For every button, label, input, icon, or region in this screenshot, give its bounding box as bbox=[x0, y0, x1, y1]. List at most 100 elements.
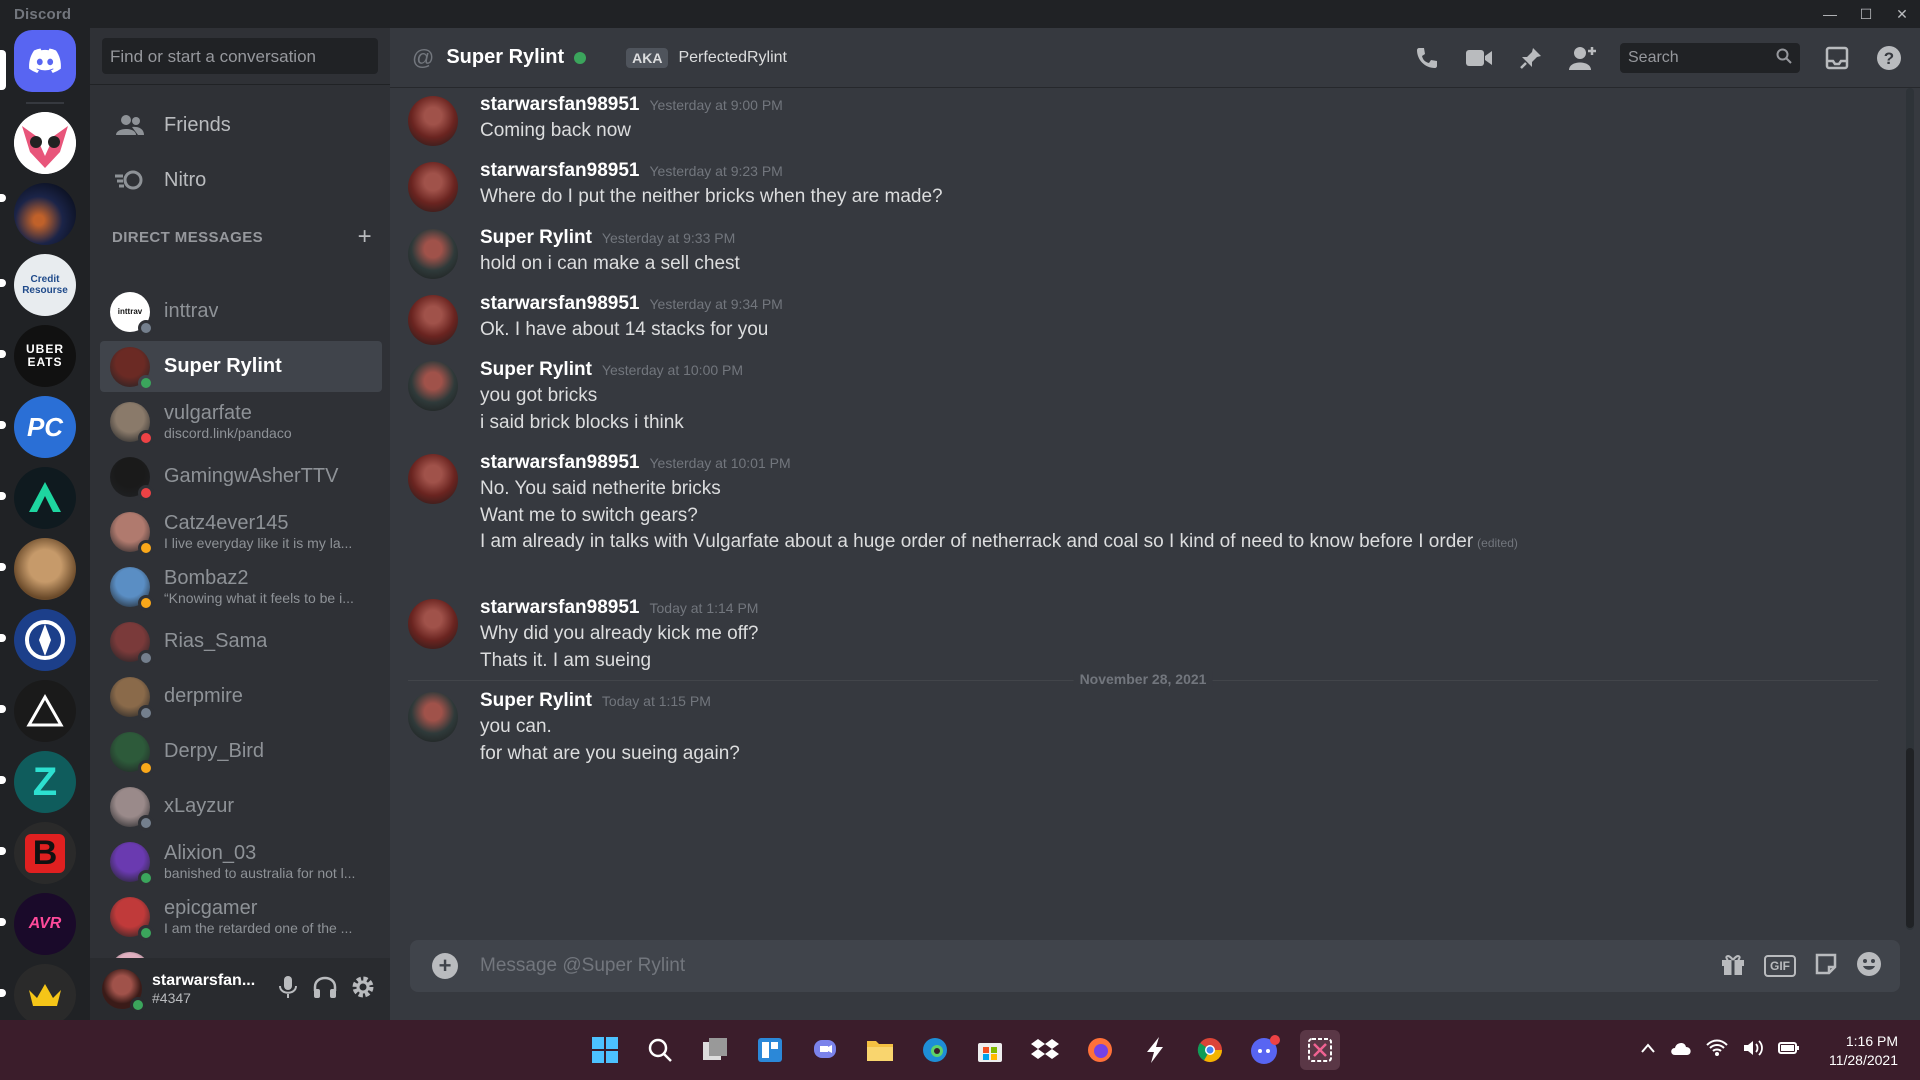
dm-item[interactable]: Alixion_03 banished to australia for not … bbox=[100, 836, 382, 887]
system-clock[interactable]: 1:16 PM 11/28/2021 bbox=[1829, 1032, 1898, 1070]
headphones-icon[interactable] bbox=[313, 975, 337, 1004]
search-input[interactable]: Search bbox=[1620, 43, 1800, 73]
avatar[interactable] bbox=[408, 361, 458, 411]
close-icon[interactable]: ✕ bbox=[1884, 0, 1920, 28]
nav-friends[interactable]: Friends bbox=[100, 100, 380, 150]
chrome-icon[interactable] bbox=[1190, 1030, 1230, 1070]
snipping-tool-icon[interactable] bbox=[1300, 1030, 1340, 1070]
channel-title[interactable]: Super Rylint bbox=[446, 46, 564, 69]
search-icon[interactable] bbox=[640, 1030, 680, 1070]
message-text: Where do I put the neither bricks when t… bbox=[480, 186, 943, 208]
file-explorer-icon[interactable] bbox=[860, 1030, 900, 1070]
dm-item[interactable]: Bombaz2 “Knowing what it feels to be i... bbox=[100, 561, 382, 612]
guild-label: AVR bbox=[28, 915, 62, 932]
message-author[interactable]: Super Rylint bbox=[480, 227, 592, 249]
message-timestamp: Yesterday at 9:33 PM bbox=[601, 230, 736, 246]
message-author[interactable]: starwarsfan98951 bbox=[480, 597, 640, 619]
guild-night-sky-server[interactable] bbox=[14, 183, 76, 245]
firefox-icon[interactable] bbox=[1080, 1030, 1120, 1070]
discord-icon[interactable] bbox=[1245, 1030, 1285, 1070]
teams-chat-icon[interactable] bbox=[805, 1030, 845, 1070]
message-content: Ok. I have about 14 stacks for you bbox=[480, 319, 769, 340]
edge-icon[interactable] bbox=[915, 1030, 955, 1070]
windows-start-icon[interactable] bbox=[585, 1030, 625, 1070]
guild-credit-resource-server[interactable]: Credit Resourse bbox=[14, 254, 76, 316]
scrollbar-thumb[interactable] bbox=[1906, 748, 1914, 928]
minimize-icon[interactable]: — bbox=[1812, 0, 1848, 28]
dm-item[interactable]: Rias_Sama bbox=[100, 616, 382, 667]
scrollbar[interactable] bbox=[1906, 88, 1914, 930]
guild-triangle-server[interactable] bbox=[14, 680, 76, 742]
home-button[interactable] bbox=[14, 30, 76, 92]
message-author[interactable]: starwarsfan98951 bbox=[480, 160, 640, 182]
guild-crown-server[interactable] bbox=[14, 964, 76, 1026]
dm-item[interactable]: inttrav inttrav bbox=[100, 286, 382, 337]
dm-item[interactable]: vulgarfate discord.link/pandaco bbox=[100, 396, 382, 447]
guild-pc-server[interactable]: PC bbox=[14, 396, 76, 458]
avatar[interactable] bbox=[408, 295, 458, 345]
guild-z-server[interactable]: Z bbox=[14, 751, 76, 813]
dropbox-icon[interactable] bbox=[1025, 1030, 1065, 1070]
maximize-icon[interactable]: ☐ bbox=[1848, 0, 1884, 28]
volume-icon[interactable] bbox=[1742, 1039, 1764, 1062]
unread-indicator bbox=[0, 194, 6, 202]
cloud-icon[interactable] bbox=[1670, 1040, 1692, 1061]
battery-icon[interactable] bbox=[1778, 1040, 1800, 1061]
dm-item[interactable]: Super Rylint bbox=[100, 341, 382, 392]
sticker-icon[interactable] bbox=[1814, 952, 1838, 981]
guild-panda-server[interactable] bbox=[14, 112, 76, 174]
message-author[interactable]: starwarsfan98951 bbox=[480, 94, 640, 116]
widgets-icon[interactable] bbox=[750, 1030, 790, 1070]
gift-icon[interactable] bbox=[1720, 952, 1746, 981]
help-icon[interactable]: ? bbox=[1874, 43, 1904, 73]
guild-blue-emblem-server[interactable] bbox=[14, 609, 76, 671]
dm-item[interactable]: xLayzur bbox=[100, 781, 382, 832]
add-friend-icon[interactable] bbox=[1568, 43, 1598, 73]
message-author[interactable]: Super Rylint bbox=[480, 690, 592, 712]
voice-call-icon[interactable] bbox=[1412, 43, 1442, 73]
video-call-icon[interactable] bbox=[1464, 43, 1494, 73]
gif-button[interactable]: GIF bbox=[1764, 955, 1796, 977]
microphone-icon[interactable] bbox=[277, 975, 299, 1004]
pin-icon[interactable] bbox=[1516, 43, 1546, 73]
dm-item[interactable]: epicgamer I am the retarded one of the ..… bbox=[100, 891, 382, 942]
guild-character-server[interactable] bbox=[14, 538, 76, 600]
unread-indicator bbox=[0, 847, 6, 855]
dm-item[interactable]: Catz4ever145 I live everyday like it is m… bbox=[100, 506, 382, 557]
avatar[interactable] bbox=[408, 599, 458, 649]
avatar[interactable] bbox=[408, 162, 458, 212]
message-author[interactable]: starwarsfan98951 bbox=[480, 452, 640, 474]
store-icon[interactable] bbox=[970, 1030, 1010, 1070]
dm-item[interactable]: GamingwAsherTTV bbox=[100, 451, 382, 502]
avatar[interactable] bbox=[408, 96, 458, 146]
message-input[interactable]: Message @Super Rylint bbox=[480, 955, 1720, 977]
create-dm-button[interactable]: + bbox=[358, 223, 372, 251]
inbox-icon[interactable] bbox=[1822, 43, 1852, 73]
find-conversation-input[interactable]: Find or start a conversation bbox=[102, 38, 378, 74]
guild-b-server[interactable]: B bbox=[14, 822, 76, 884]
avatar[interactable] bbox=[408, 229, 458, 279]
attach-plus-icon[interactable]: + bbox=[432, 953, 458, 979]
task-view-icon[interactable] bbox=[695, 1030, 735, 1070]
gear-icon[interactable] bbox=[351, 975, 375, 1004]
dm-text: derpmire bbox=[164, 685, 243, 708]
chevron-up-icon[interactable] bbox=[1640, 1041, 1656, 1059]
message-author[interactable]: Super Rylint bbox=[480, 359, 592, 381]
guild-pokestars-server[interactable]: AVR bbox=[14, 893, 76, 955]
dm-name: xLayzur bbox=[164, 795, 235, 817]
svg-text:?: ? bbox=[1884, 49, 1894, 68]
avatar[interactable] bbox=[102, 969, 146, 1013]
panda-icon bbox=[14, 112, 76, 174]
nav-nitro[interactable]: Nitro bbox=[100, 155, 380, 205]
bolt-icon[interactable] bbox=[1135, 1030, 1175, 1070]
dm-item[interactable]: Derpy_Bird bbox=[100, 726, 382, 777]
avatar[interactable] bbox=[408, 692, 458, 742]
dm-item[interactable]: derpmire bbox=[100, 671, 382, 722]
avatar[interactable] bbox=[408, 454, 458, 504]
message-author[interactable]: starwarsfan98951 bbox=[480, 293, 640, 315]
wifi-icon[interactable] bbox=[1706, 1039, 1728, 1062]
emoji-icon[interactable] bbox=[1856, 951, 1882, 982]
guild-green-a-server[interactable] bbox=[14, 467, 76, 529]
user-info[interactable]: starwarsfan... #4347 bbox=[152, 972, 255, 1006]
guild-uber-eats-server[interactable]: UBER EATS bbox=[14, 325, 76, 387]
